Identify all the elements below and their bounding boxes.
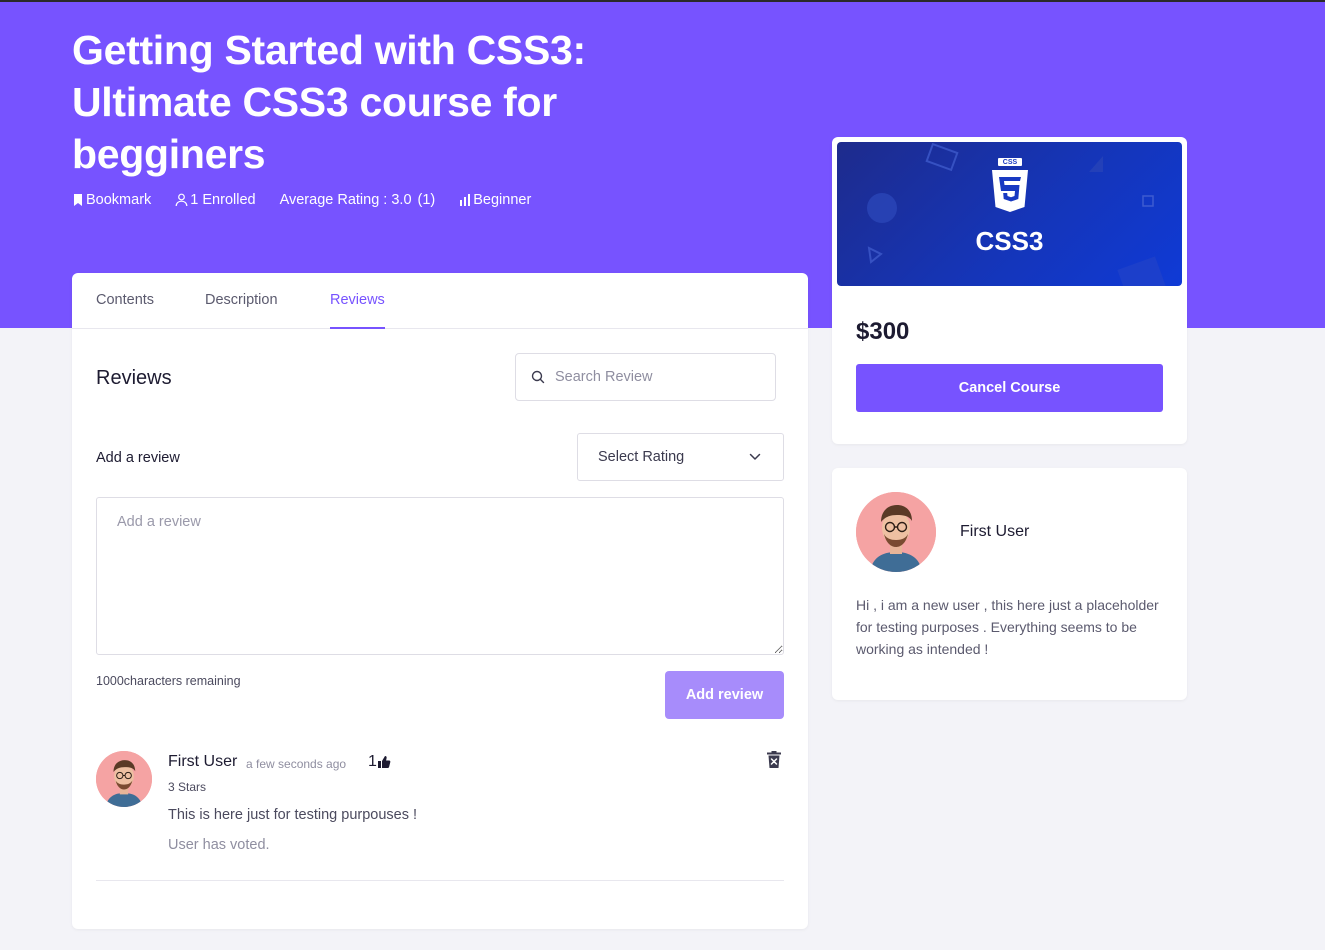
bar-chart-icon bbox=[460, 194, 471, 206]
tab-contents[interactable]: Contents bbox=[96, 273, 154, 329]
like-count: 1 bbox=[368, 753, 377, 770]
cancel-course-button[interactable]: Cancel Course bbox=[856, 364, 1163, 412]
course-tabs-card: Contents Description Reviews Reviews Add… bbox=[72, 273, 808, 929]
enrolled-count: 1 Enrolled bbox=[175, 192, 256, 208]
tab-description[interactable]: Description bbox=[205, 273, 278, 329]
tab-reviews[interactable]: Reviews bbox=[330, 273, 385, 329]
bookmark-button[interactable]: Bookmark bbox=[72, 192, 151, 208]
rating-count: (1) bbox=[417, 192, 436, 208]
review-timestamp: a few seconds ago bbox=[246, 757, 347, 771]
characters-remaining: 1000characters remaining bbox=[96, 674, 241, 688]
thumbnail-badge: CSS bbox=[1002, 159, 1018, 166]
delete-review-button[interactable] bbox=[766, 751, 784, 771]
average-rating-label: Average Rating : 3.0 bbox=[279, 192, 412, 208]
bookmark-label: Bookmark bbox=[86, 192, 152, 208]
like-button[interactable]: 1 bbox=[368, 753, 391, 771]
add-review-label: Add a review bbox=[96, 450, 180, 466]
trash-icon bbox=[767, 751, 781, 768]
add-review-button[interactable]: Add review bbox=[665, 671, 784, 719]
level-label: Beginner bbox=[473, 192, 532, 208]
search-icon bbox=[531, 370, 545, 384]
average-rating: Average Rating : 3.0 (1) bbox=[280, 192, 436, 208]
select-rating-label: Select Rating bbox=[598, 449, 685, 465]
author-card: First User Hi , i am a new user , this h… bbox=[832, 468, 1187, 700]
course-price: $300 bbox=[856, 318, 910, 345]
search-review-input[interactable] bbox=[555, 369, 755, 385]
review-author[interactable]: First User bbox=[168, 753, 237, 771]
author-bio: Hi , i am a new user , this here just a … bbox=[856, 597, 1159, 657]
tab-bar: Contents Description Reviews bbox=[72, 273, 808, 329]
review-text: This is here just for testing purpouses … bbox=[168, 807, 418, 823]
thumbnail-label: CSS3 bbox=[975, 226, 1044, 256]
bookmark-icon bbox=[74, 194, 82, 206]
avatar-portrait bbox=[856, 492, 936, 572]
course-thumbnail: CSS CSS3 bbox=[837, 142, 1182, 286]
review-textarea[interactable] bbox=[96, 497, 784, 655]
review-stars: 3 Stars bbox=[168, 780, 207, 794]
voted-status: User has voted. bbox=[168, 837, 270, 853]
user-icon bbox=[175, 193, 188, 207]
avatar-portrait bbox=[96, 751, 152, 807]
enrolled-label: 1 Enrolled bbox=[190, 192, 256, 208]
course-title: Getting Started with CSS3: Ultimate CSS3… bbox=[72, 27, 586, 177]
review-item: First User a few seconds ago 1 3 Stars T… bbox=[96, 749, 784, 881]
author-name[interactable]: First User bbox=[960, 523, 1029, 541]
chevron-down-icon bbox=[749, 453, 761, 460]
search-review-box bbox=[515, 353, 776, 401]
price-card: CSS CSS3 $300 Cancel Course bbox=[832, 137, 1187, 444]
select-rating-dropdown[interactable]: Select Rating bbox=[577, 433, 784, 481]
course-level: Beginner bbox=[459, 192, 531, 208]
thumbs-up-icon bbox=[377, 756, 391, 768]
avatar bbox=[96, 751, 152, 807]
course-meta: Bookmark 1 Enrolled Average Rating : 3.0… bbox=[72, 190, 555, 210]
reviews-heading: Reviews bbox=[96, 367, 172, 389]
avatar bbox=[856, 492, 936, 572]
